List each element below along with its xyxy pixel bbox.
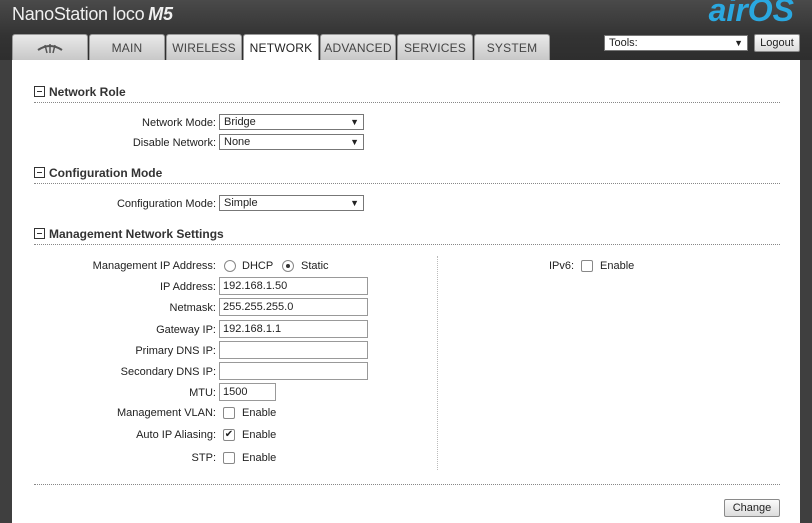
content-panel: Network Role Network Mode: Bridge ▼ Disab…	[12, 60, 800, 523]
tab-main[interactable]: MAIN	[89, 34, 165, 60]
column-divider	[437, 256, 438, 470]
logout-button[interactable]: Logout	[754, 34, 800, 52]
tab-ubiquiti-logo[interactable]	[12, 34, 88, 60]
secondary-dns-input[interactable]	[219, 362, 368, 380]
tab-services[interactable]: SERVICES	[397, 34, 473, 60]
management-ip-mode-label: Management IP Address:	[92, 260, 216, 272]
chevron-down-icon: ▼	[734, 38, 743, 48]
tab-network[interactable]: NETWORK	[243, 34, 319, 61]
mtu-input[interactable]: 1500	[219, 383, 276, 401]
change-button[interactable]: Change	[724, 499, 780, 517]
section-configuration-mode[interactable]: Configuration Mode	[34, 166, 780, 184]
ip-address-label: IP Address:	[159, 281, 216, 293]
stp-label: STP:	[191, 452, 216, 464]
mtu-label: MTU:	[189, 387, 216, 399]
auto-ip-aliasing-label: Auto IP Aliasing:	[136, 429, 216, 441]
stp-checkbox[interactable]	[223, 452, 235, 464]
product-name: NanoStation loco M5	[12, 4, 173, 24]
netmask-label: Netmask:	[169, 302, 216, 314]
collapse-icon[interactable]	[34, 86, 45, 97]
management-vlan-label: Management VLAN:	[116, 407, 216, 419]
configuration-mode-label: Configuration Mode:	[116, 198, 216, 210]
secondary-dns-label: Secondary DNS IP:	[120, 366, 216, 378]
ipv6-enable-label: Enable	[600, 260, 635, 272]
section-management-network[interactable]: Management Network Settings	[34, 227, 780, 245]
collapse-icon[interactable]	[34, 228, 45, 239]
primary-dns-input[interactable]	[219, 341, 368, 359]
network-mode-select[interactable]: Bridge ▼	[219, 114, 364, 130]
gateway-label: Gateway IP:	[156, 324, 216, 336]
netmask-input[interactable]: 255.255.255.0	[219, 298, 368, 316]
ubiquiti-logo-icon	[37, 43, 63, 53]
chevron-down-icon: ▼	[350, 117, 359, 127]
tab-advanced[interactable]: ADVANCED	[320, 34, 396, 60]
chevron-down-icon: ▼	[350, 198, 359, 208]
collapse-icon[interactable]	[34, 167, 45, 178]
ipv6-label: IPv6:	[549, 260, 575, 272]
management-vlan-checkbox[interactable]	[223, 407, 235, 419]
ip-address-input[interactable]: 192.168.1.50	[219, 277, 368, 295]
auto-ip-aliasing-checkbox[interactable]: ✔	[223, 429, 235, 441]
primary-dns-label: Primary DNS IP:	[135, 345, 216, 357]
management-vlan-enable-label: Enable	[242, 407, 277, 419]
disable-network-select[interactable]: None ▼	[219, 134, 364, 150]
tab-wireless[interactable]: WIRELESS	[166, 34, 242, 60]
tab-system[interactable]: SYSTEM	[474, 34, 550, 60]
disable-network-label: Disable Network:	[132, 137, 216, 149]
footer-divider	[34, 484, 780, 485]
tools-select[interactable]: Tools: ▼	[604, 35, 748, 51]
chevron-down-icon: ▼	[350, 137, 359, 147]
ipv6-checkbox[interactable]	[581, 260, 593, 272]
auto-ip-aliasing-enable-label: Enable	[242, 429, 277, 441]
dhcp-label: DHCP	[242, 260, 274, 272]
dhcp-radio[interactable]	[224, 260, 236, 272]
configuration-mode-select[interactable]: Simple ▼	[219, 195, 364, 211]
gateway-input[interactable]: 192.168.1.1	[219, 320, 368, 338]
checkmark-icon: ✔	[224, 429, 234, 440]
static-label: Static	[301, 260, 329, 272]
network-mode-label: Network Mode:	[142, 117, 216, 129]
static-radio[interactable]	[282, 260, 294, 272]
airos-logo: airOS	[708, 0, 794, 28]
section-network-role[interactable]: Network Role	[34, 85, 780, 103]
stp-enable-label: Enable	[242, 452, 277, 464]
